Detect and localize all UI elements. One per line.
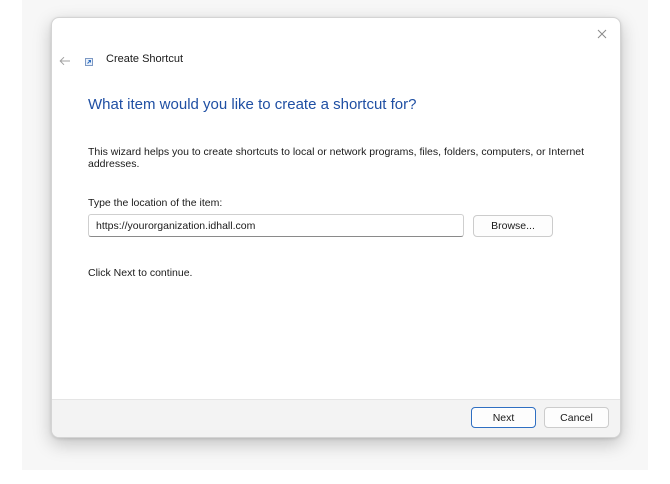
shortcut-icon bbox=[85, 58, 93, 66]
back-button[interactable] bbox=[55, 52, 75, 70]
next-button[interactable]: Next bbox=[471, 407, 536, 428]
back-arrow-icon bbox=[59, 56, 70, 66]
close-icon bbox=[597, 29, 607, 39]
close-button[interactable] bbox=[592, 24, 612, 44]
dialog-footer: Next Cancel bbox=[52, 399, 620, 437]
dialog-title: Create Shortcut bbox=[106, 53, 184, 65]
continue-instruction: Click Next to continue. bbox=[88, 267, 193, 279]
browse-button[interactable]: Browse... bbox=[473, 215, 553, 237]
cancel-button[interactable]: Cancel bbox=[544, 407, 609, 428]
location-label: Type the location of the item: bbox=[88, 197, 223, 209]
create-shortcut-dialog: Create Shortcut What item would you like… bbox=[51, 17, 621, 438]
page-heading: What item would you like to create a sho… bbox=[88, 96, 417, 113]
location-input[interactable] bbox=[88, 214, 464, 237]
wizard-description: This wizard helps you to create shortcut… bbox=[88, 146, 585, 170]
